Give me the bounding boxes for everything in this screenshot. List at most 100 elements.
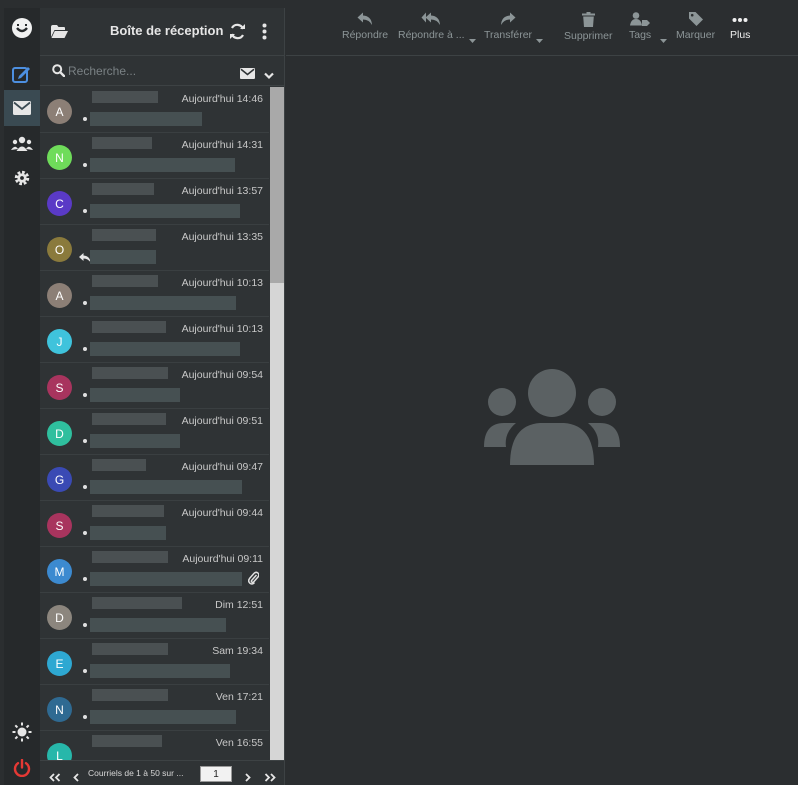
avatar: N: [47, 697, 72, 722]
theme-sun-icon[interactable]: [4, 714, 40, 750]
message-row[interactable]: J Aujourd'hui 10:13: [40, 317, 269, 363]
unread-dot: [83, 439, 87, 443]
forward-button[interactable]: Transférer: [484, 12, 532, 54]
message-row[interactable]: A Aujourd'hui 14:46: [40, 87, 269, 133]
unread-dot: [83, 577, 87, 581]
folder-open-icon[interactable]: [51, 25, 68, 43]
redacted-subject: [90, 434, 180, 448]
redacted-subject: [90, 572, 242, 586]
avatar: A: [47, 283, 72, 308]
navigation-rail: [4, 8, 40, 785]
logo-icon[interactable]: [4, 10, 40, 46]
reply-all-label: Répondre à ...: [398, 29, 465, 41]
message-row[interactable]: S Aujourd'hui 09:44: [40, 501, 269, 547]
message-row[interactable]: N Aujourd'hui 14:31: [40, 133, 269, 179]
unread-dot: [83, 163, 87, 167]
reply-all-caret-icon[interactable]: [469, 30, 476, 48]
message-preview-empty: [286, 57, 798, 785]
forward-caret-icon[interactable]: [536, 30, 543, 48]
scrollbar-thumb[interactable]: [270, 87, 284, 283]
message-row[interactable]: S Aujourd'hui 09:54: [40, 363, 269, 409]
avatar: D: [47, 421, 72, 446]
message-row[interactable]: E Sam 19:34: [40, 639, 269, 685]
message-date: Ven 17:21: [215, 691, 263, 703]
message-date: Aujourd'hui 09:47: [181, 461, 263, 473]
search-bar: [40, 56, 285, 86]
unread-dot: [83, 209, 87, 213]
search-input[interactable]: [68, 61, 228, 81]
message-row[interactable]: D Dim 12:51: [40, 593, 269, 639]
message-date: Aujourd'hui 09:44: [181, 507, 263, 519]
message-row[interactable]: N Ven 17:21: [40, 685, 269, 731]
redacted-subject: [90, 618, 226, 632]
avatar: S: [47, 375, 72, 400]
tag-user-icon: [630, 12, 651, 26]
unread-dot: [83, 485, 87, 489]
message-row[interactable]: A Aujourd'hui 10:13: [40, 271, 269, 317]
last-page-icon[interactable]: [264, 769, 276, 785]
message-row[interactable]: L Ven 16:55: [40, 731, 269, 760]
message-date: Aujourd'hui 14:31: [181, 139, 263, 151]
pagination-label: Courriels de 1 à 50 sur ...: [88, 768, 184, 778]
contacts-icon[interactable]: [4, 126, 40, 162]
message-row[interactable]: M Aujourd'hui 09:11: [40, 547, 269, 593]
redacted-sender: [92, 367, 168, 379]
avatar: S: [47, 513, 72, 538]
next-page-icon[interactable]: [245, 769, 251, 785]
reply-all-button[interactable]: Répondre à ...: [398, 12, 465, 54]
attachment-paperclip-icon: [247, 571, 260, 590]
unread-dot: [83, 623, 87, 627]
unread-dot: [83, 347, 87, 351]
message-date: Aujourd'hui 13:57: [181, 185, 263, 197]
redacted-subject: [90, 296, 236, 310]
tags-label: Tags: [629, 29, 652, 41]
reply-all-icon: [421, 12, 441, 25]
page-number-input[interactable]: [200, 766, 232, 782]
redacted-sender: [92, 275, 158, 287]
logout-power-icon[interactable]: [4, 750, 40, 785]
forward-icon: [501, 12, 516, 25]
redacted-sender: [92, 91, 158, 103]
avatar: A: [47, 99, 72, 124]
redacted-sender: [92, 183, 154, 195]
redacted-subject: [90, 664, 230, 678]
message-row[interactable]: D Aujourd'hui 09:51: [40, 409, 269, 455]
tags-button[interactable]: Tags: [629, 12, 651, 54]
message-row[interactable]: O Aujourd'hui 13:35: [40, 225, 269, 271]
chevron-down-icon[interactable]: [264, 67, 274, 85]
message-row[interactable]: G Aujourd'hui 09:47: [40, 455, 269, 501]
tags-caret-icon[interactable]: [660, 30, 667, 48]
avatar: G: [47, 467, 72, 492]
message-row[interactable]: C Aujourd'hui 13:57: [40, 179, 269, 225]
unread-dot: [83, 715, 87, 719]
settings-gear-icon[interactable]: [4, 160, 40, 196]
redacted-sender: [92, 229, 156, 241]
redacted-sender: [92, 735, 162, 747]
redacted-sender: [92, 413, 166, 425]
folder-title: Boîte de réception: [110, 23, 224, 38]
mark-button[interactable]: Marquer: [676, 12, 715, 54]
mail-app: Boîte de réception A: [0, 0, 798, 785]
more-button[interactable]: Plus: [730, 12, 750, 54]
compose-icon[interactable]: [4, 56, 40, 92]
avatar: E: [47, 651, 72, 676]
redacted-subject: [90, 250, 156, 264]
first-page-icon[interactable]: [49, 769, 61, 785]
previous-page-icon[interactable]: [73, 769, 79, 785]
unread-dot: [83, 117, 87, 121]
redacted-subject: [90, 112, 202, 126]
message-toolbar: Répondre Répondre à ... Transférer Suppr…: [286, 8, 798, 56]
envelope-filter-icon[interactable]: [240, 66, 255, 84]
redacted-subject: [90, 480, 242, 494]
message-date: Aujourd'hui 10:13: [181, 323, 263, 335]
reply-button[interactable]: Répondre: [342, 12, 388, 54]
message-date: Aujourd'hui 09:51: [181, 415, 263, 427]
redacted-subject: [90, 204, 240, 218]
message-date: Aujourd'hui 14:46: [181, 93, 263, 105]
kebab-menu-icon[interactable]: [262, 23, 267, 45]
pagination-bar: Courriels de 1 à 50 sur ...: [40, 760, 285, 785]
refresh-icon[interactable]: [229, 23, 246, 45]
list-scrollbar[interactable]: [270, 87, 284, 760]
delete-button[interactable]: Supprimer: [564, 12, 612, 54]
mail-icon[interactable]: [4, 90, 40, 126]
